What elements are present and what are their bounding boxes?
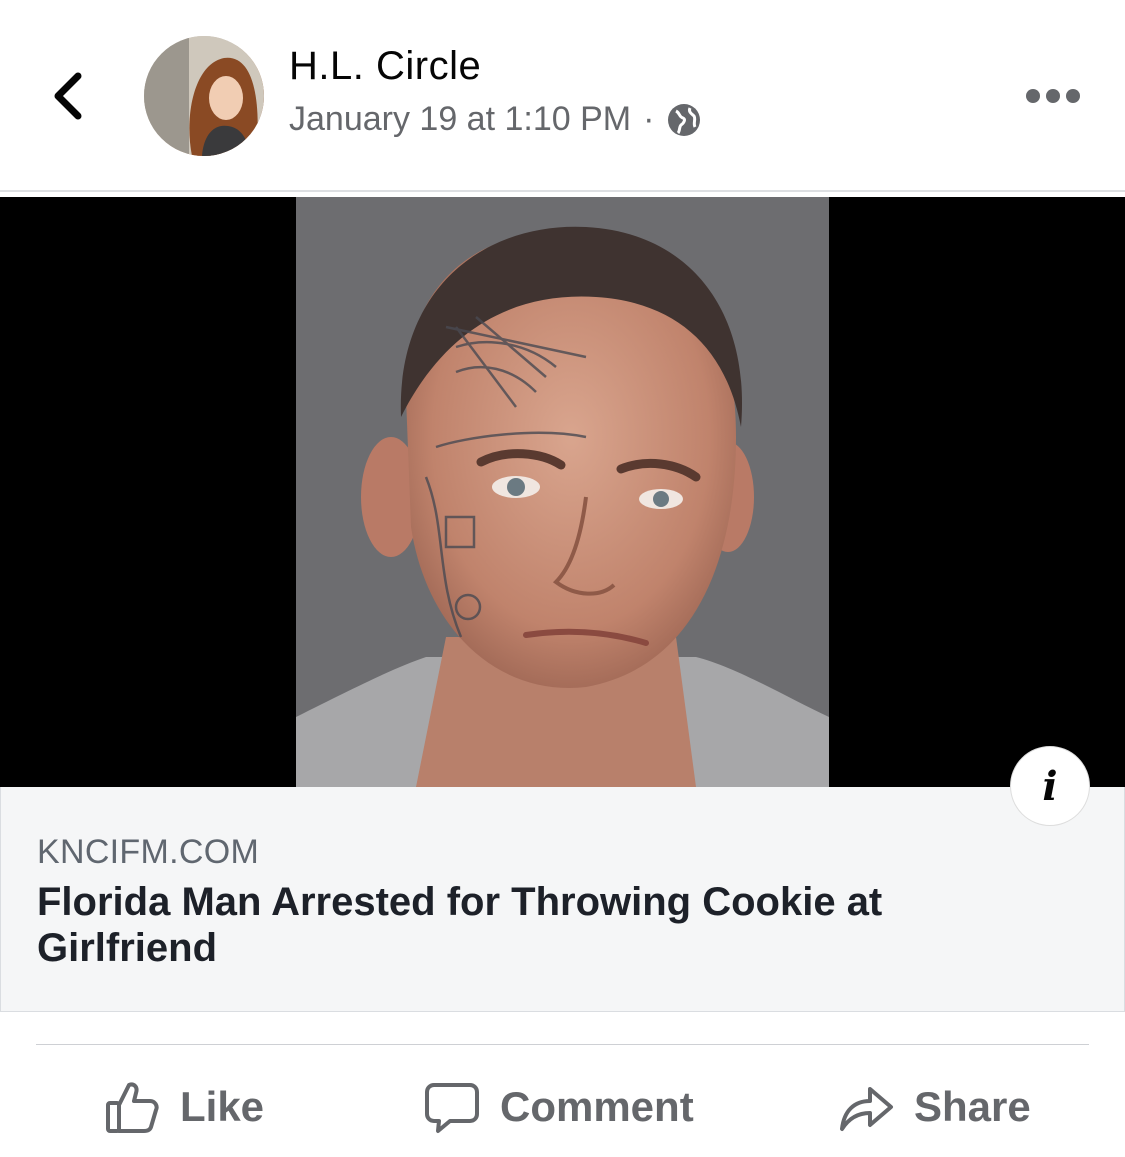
back-button[interactable] bbox=[40, 58, 100, 134]
post-meta: January 19 at 1:10 PM · bbox=[289, 100, 702, 139]
chevron-left-icon bbox=[54, 72, 82, 120]
thumbs-up-icon bbox=[106, 1082, 159, 1133]
link-preview-image[interactable] bbox=[0, 197, 1125, 787]
post-timestamp[interactable]: January 19 at 1:10 PM bbox=[289, 100, 631, 139]
more-options-button[interactable] bbox=[1024, 84, 1082, 108]
avatar[interactable] bbox=[144, 36, 264, 156]
avatar-image bbox=[144, 36, 264, 156]
globe-icon bbox=[668, 103, 701, 136]
comment-bubble-icon bbox=[425, 1083, 479, 1133]
author-name[interactable]: H.L. Circle bbox=[289, 44, 481, 89]
link-preview-body[interactable]: KNCIFM.COM Florida Man Arrested for Thro… bbox=[0, 787, 1125, 1012]
post-screen: H.L. Circle January 19 at 1:10 PM · i KN… bbox=[0, 0, 1125, 1157]
info-icon: i bbox=[1042, 762, 1058, 810]
share-button[interactable]: Share bbox=[838, 1072, 1031, 1142]
link-title: Florida Man Arrested for Throwing Cookie… bbox=[37, 880, 883, 970]
like-button[interactable]: Like bbox=[104, 1072, 264, 1142]
like-label: Like bbox=[180, 1083, 265, 1130]
more-horizontal-icon bbox=[1026, 89, 1080, 103]
comment-label: Comment bbox=[500, 1083, 694, 1130]
meta-separator: · bbox=[643, 100, 655, 138]
header-divider bbox=[0, 190, 1125, 192]
comment-button[interactable]: Comment bbox=[424, 1072, 694, 1142]
share-label: Share bbox=[914, 1083, 1031, 1130]
post-header: H.L. Circle January 19 at 1:10 PM · bbox=[0, 0, 1125, 190]
actions-divider bbox=[36, 1044, 1089, 1045]
info-button[interactable]: i bbox=[1010, 746, 1090, 826]
share-arrow-icon bbox=[840, 1087, 893, 1131]
mugshot-photo bbox=[296, 197, 829, 787]
link-domain: KNCIFM.COM bbox=[37, 833, 260, 871]
